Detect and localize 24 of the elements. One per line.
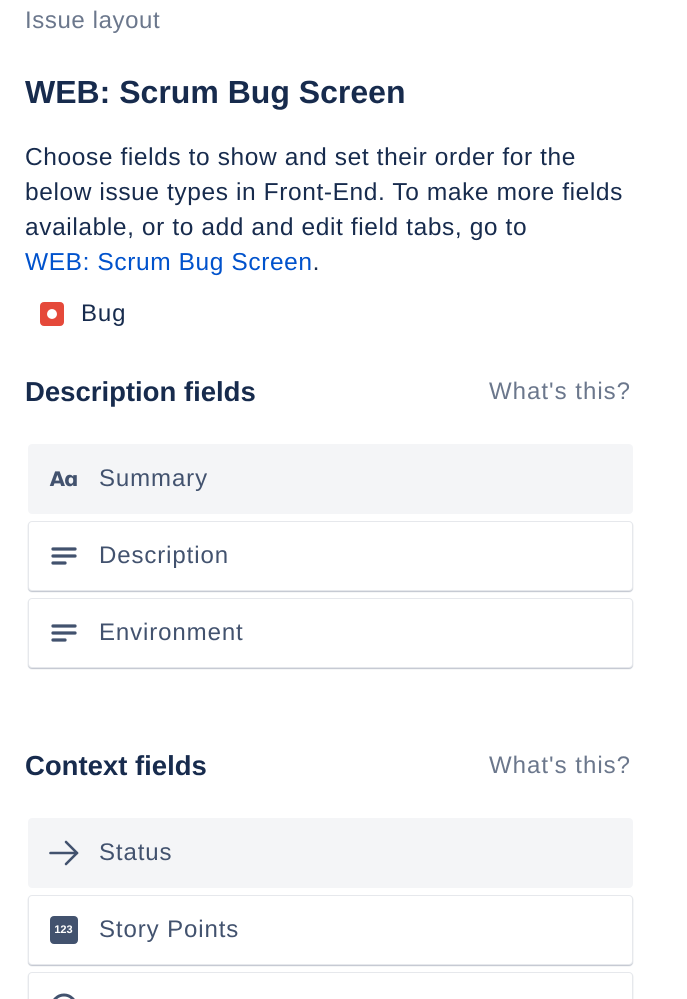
issue-type-label: Bug (81, 301, 126, 327)
field-card[interactable]: Description (28, 521, 633, 591)
page-title: WEB: Scrum Bug Screen (25, 73, 407, 111)
lines-icon (50, 624, 76, 642)
section-title: Context fields (25, 749, 207, 783)
section-title: Description fields (25, 375, 256, 409)
field-label: Description (99, 542, 229, 570)
field-card[interactable]: 123 Story Points (28, 895, 633, 965)
text-icon: Aɑ (50, 468, 78, 490)
intro-text: Choose fields to show and set their order for the below issue types in Front-End. To make more fields available, or to add and edit field tabs, go to WEB: Scrum Bug Screen. (25, 143, 624, 278)
screen-link[interactable]: WEB: Scrum Bug Screen (25, 249, 313, 276)
field-label: Status (99, 839, 172, 867)
number-icon: 123 (50, 916, 78, 944)
field-label: Story Points (99, 916, 240, 944)
field-label: Environment (99, 619, 244, 647)
field-card[interactable]: Status (28, 818, 633, 888)
field-label: Summary (99, 465, 208, 493)
field-card[interactable]: Aɑ Summary (28, 444, 633, 514)
field-card[interactable]: Environment (28, 598, 633, 668)
lines-icon (50, 547, 76, 565)
help-link[interactable]: What's this? (489, 377, 631, 407)
help-link[interactable]: What's this? (489, 751, 631, 781)
arrow-right-icon (48, 840, 78, 866)
breadcrumb-text: Issue layout (25, 6, 162, 36)
